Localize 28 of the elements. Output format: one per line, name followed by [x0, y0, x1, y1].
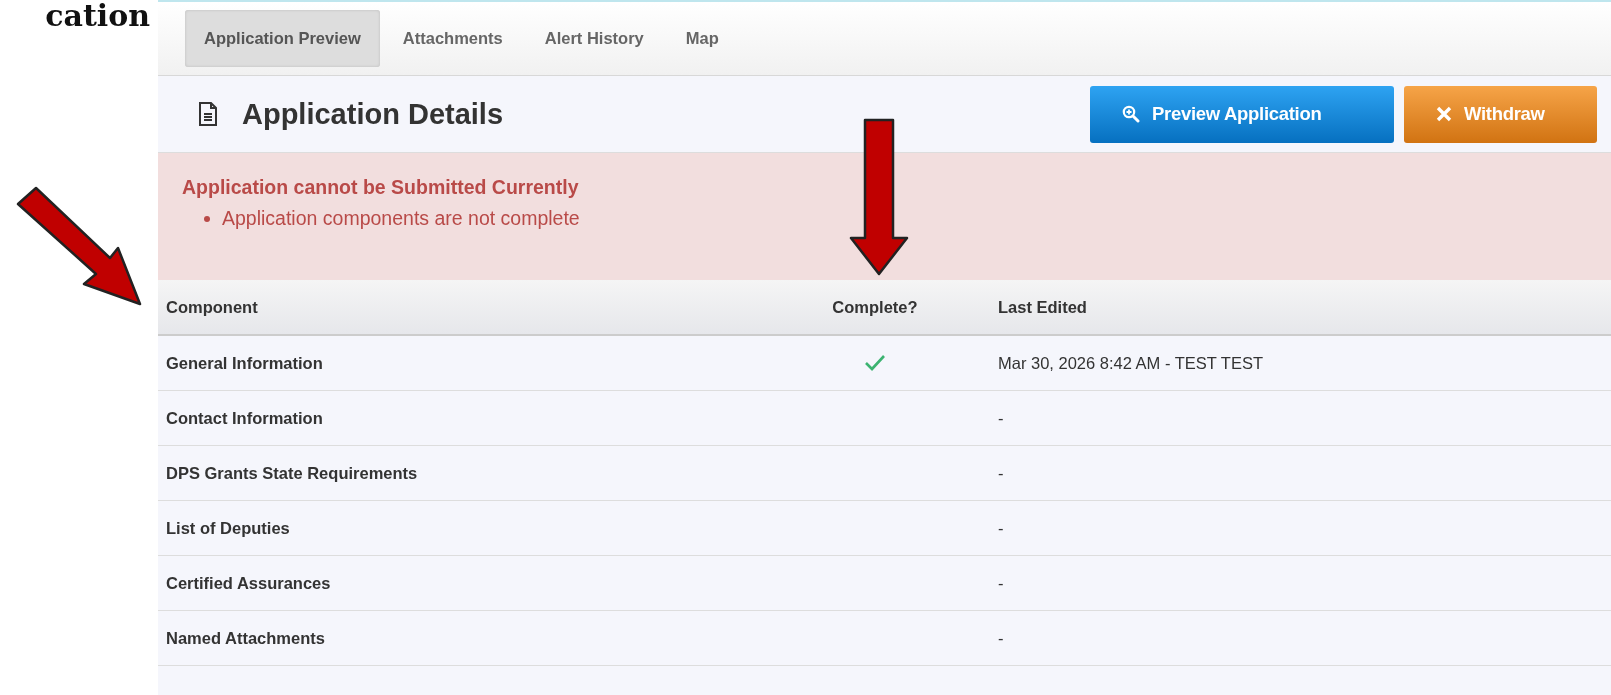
table-cell-text: - [997, 628, 1004, 648]
column-header: Component [166, 297, 259, 317]
table-cell-text: - [997, 463, 1004, 483]
tab[interactable]: Map [666, 10, 738, 67]
table-cell-text: - [997, 408, 1004, 428]
table-cell-text: General Information [166, 353, 324, 373]
column-header: Complete? [831, 297, 919, 317]
tab[interactable]: Application Preview [185, 10, 380, 67]
panel-title: Application Details [242, 97, 504, 131]
table-cell-text: - [997, 573, 1004, 593]
table-cell-text: Named Attachments [166, 628, 326, 648]
table-cell-text: List of Deputies [166, 518, 291, 538]
document-icon [198, 102, 218, 126]
table-cell-text: Contact Information [166, 408, 324, 428]
bullet-icon [204, 215, 210, 222]
tab[interactable]: Alert History [525, 10, 663, 67]
zoom-in-icon [1122, 105, 1140, 123]
preview-button[interactable]: Preview Application [1090, 85, 1394, 143]
table-cell-text: DPS Grants State Requirements [166, 463, 419, 483]
alert-title: Application cannot be Submitted Currently [182, 176, 580, 199]
column-header: Last Edited [997, 297, 1087, 317]
table-cell-text: - [997, 518, 1004, 538]
close-icon [1436, 106, 1452, 122]
table-cell-text: Certified Assurances [166, 573, 332, 593]
page-heading: cation [44, 0, 150, 32]
tab[interactable]: Attachments [383, 10, 522, 67]
table-cell-text: Mar 30, 2026 8:42 AM - TEST TEST [997, 353, 1264, 373]
alert-message: Application components are not complete [222, 207, 580, 230]
